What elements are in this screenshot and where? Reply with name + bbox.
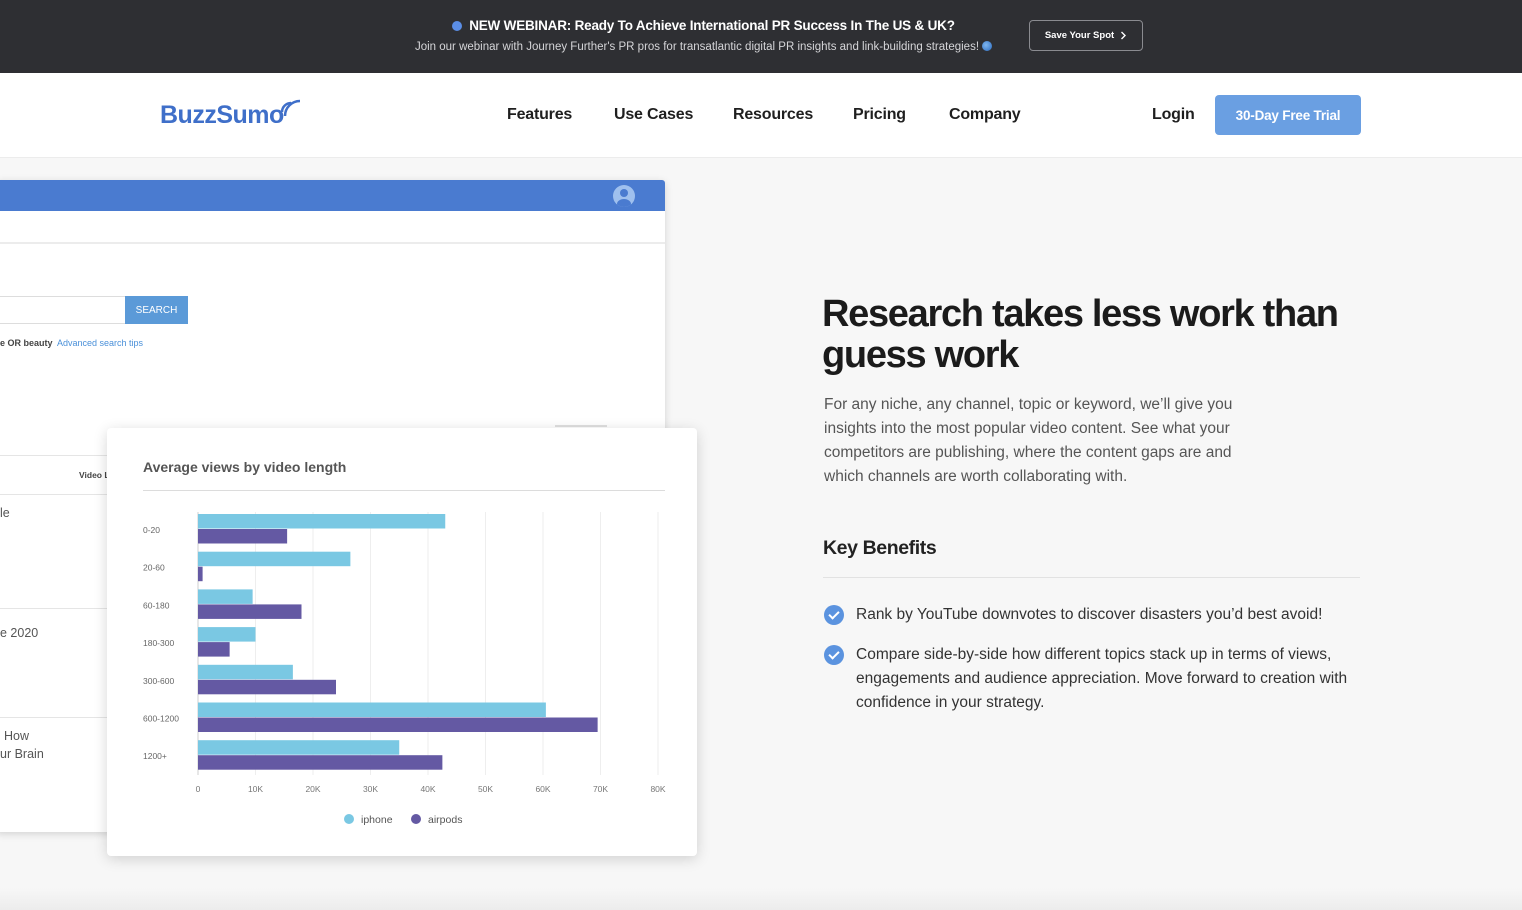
legend-label: airpods bbox=[428, 814, 462, 826]
buzzsumo-logo[interactable]: BuzzSumo bbox=[160, 101, 284, 130]
hero-headline: Research takes less work than guess work bbox=[822, 293, 1339, 376]
bar-iphone bbox=[198, 664, 293, 680]
bar-airpods bbox=[198, 755, 443, 770]
bar-iphone bbox=[198, 627, 256, 642]
x-tick-label: 70K bbox=[593, 784, 608, 794]
globe-icon bbox=[982, 41, 993, 51]
nav-features[interactable]: Features bbox=[507, 106, 572, 124]
nav-use-cases[interactable]: Use Cases bbox=[614, 106, 693, 124]
bar-iphone bbox=[198, 551, 351, 567]
y-category-label: 20-60 bbox=[143, 563, 165, 573]
nav-resources[interactable]: Resources bbox=[733, 106, 813, 124]
legend-swatch bbox=[411, 814, 421, 824]
key-benefits-rule bbox=[823, 577, 1360, 578]
nav-company[interactable]: Company bbox=[949, 106, 1021, 124]
bar-airpods bbox=[198, 566, 203, 582]
bar-iphone bbox=[198, 589, 253, 604]
x-tick-label: 0 bbox=[196, 784, 201, 794]
bar-airpods bbox=[198, 679, 336, 695]
y-category-label: 1200+ bbox=[143, 751, 167, 761]
x-tick-label: 50K bbox=[478, 784, 493, 794]
bar-iphone bbox=[198, 702, 546, 717]
app-tab-stub bbox=[555, 425, 607, 427]
y-category-label: 600-1200 bbox=[143, 714, 179, 724]
y-category-label: 180-300 bbox=[143, 638, 174, 648]
views-bar-chart: 0 10K 20K 30K 40K 50K 60K 70K 80K 0-20 20-60 60-180… bbox=[143, 512, 666, 826]
bar-iphone bbox=[198, 514, 446, 529]
x-tick-label: 20K bbox=[305, 784, 320, 794]
login-link[interactable]: Login bbox=[1152, 106, 1195, 124]
checkmark-icon bbox=[824, 605, 844, 625]
x-tick-label: 10K bbox=[248, 784, 263, 794]
chevron-right-icon bbox=[1121, 31, 1127, 40]
chart-card: Average views by video length 0 10K 20K 30K… bbox=[107, 428, 697, 856]
table-row-text: How bbox=[4, 729, 30, 743]
webinar-banner: NEW WEBINAR: Ready To Achieve Internatio… bbox=[0, 0, 1522, 73]
benefit-text: Rank by YouTube downvotes to discover di… bbox=[856, 606, 1323, 623]
legend-swatch bbox=[344, 814, 354, 824]
section-edge bbox=[0, 888, 1522, 910]
key-benefits-title: Key Benefits bbox=[823, 537, 937, 559]
user-avatar-icon bbox=[613, 185, 635, 207]
nav-pricing[interactable]: Pricing bbox=[853, 106, 906, 124]
checkmark-icon bbox=[824, 645, 844, 665]
x-tick-label: 40K bbox=[420, 784, 435, 794]
advanced-search-link: Advanced search tips bbox=[57, 338, 144, 348]
table-row-text: ur Brain bbox=[0, 747, 44, 761]
free-trial-button[interactable]: 30-Day Free Trial bbox=[1215, 95, 1361, 135]
benefit-text: Compare side-by-side how different topic… bbox=[856, 646, 1348, 711]
y-category-label: 0-20 bbox=[143, 525, 160, 535]
y-category-label: 60-180 bbox=[143, 600, 170, 610]
banner-subtitle: Join our webinar with Journey Further's … bbox=[414, 41, 980, 53]
banner-title-line: NEW WEBINAR: Ready To Achieve Internatio… bbox=[0, 18, 1407, 33]
app-search-button: SEARCH bbox=[125, 296, 188, 324]
x-tick-label: 80K bbox=[650, 784, 665, 794]
signal-arcs-icon bbox=[280, 99, 301, 117]
banner-title: NEW WEBINAR: Ready To Achieve Internatio… bbox=[469, 18, 955, 33]
save-spot-label: Save Your Spot bbox=[1044, 30, 1115, 41]
save-spot-button[interactable]: Save Your Spot bbox=[1029, 20, 1143, 51]
table-row-text: le bbox=[0, 506, 10, 520]
legend-label: iphone bbox=[361, 814, 393, 826]
bar-airpods bbox=[198, 642, 230, 657]
y-category-label: 300-600 bbox=[143, 676, 174, 686]
bar-airpods bbox=[198, 529, 288, 544]
app-column-header: Video L bbox=[79, 470, 110, 480]
table-row-text: e 2020 bbox=[0, 626, 39, 640]
app-divider bbox=[0, 242, 665, 244]
bar-iphone bbox=[198, 740, 400, 755]
app-header-bar bbox=[0, 180, 665, 211]
x-tick-label: 60K bbox=[535, 784, 550, 794]
bar-airpods bbox=[198, 717, 598, 732]
app-search-hint: e OR beauty bbox=[0, 338, 53, 348]
x-tick-label: 30K bbox=[363, 784, 378, 794]
app-search-input bbox=[0, 296, 125, 324]
live-dot-icon bbox=[452, 21, 463, 31]
banner-subtitle-line: Join our webinar with Journey Further's … bbox=[0, 41, 1407, 53]
main-nav: BuzzSumo Features Use Cases Resources Pr… bbox=[0, 73, 1522, 158]
hero-intro: For any niche, any channel, topic or key… bbox=[824, 396, 1233, 485]
bar-airpods bbox=[198, 604, 302, 619]
